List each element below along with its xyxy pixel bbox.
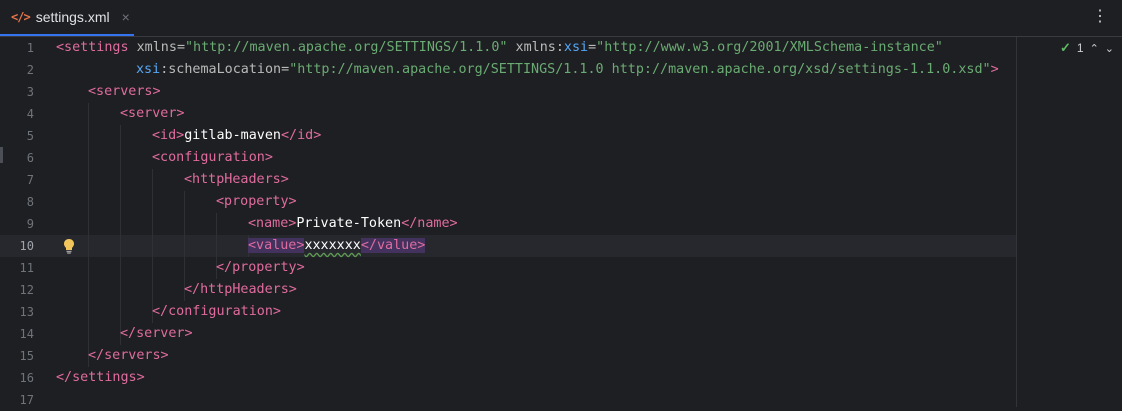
code-line-9: <name>Private-Token</name> — [248, 213, 458, 235]
line-number: 14 — [19, 327, 34, 341]
line-number: 5 — [26, 129, 34, 143]
line-number-gutter: 1 2 3 4 5 6 7 8 9 10 11 12 13 14 15 16 17 — [0, 37, 52, 407]
attr-name: xmlns — [515, 40, 556, 55]
indent-guide — [120, 125, 121, 345]
tag-close: > — [990, 62, 999, 77]
line-number: 3 — [26, 85, 34, 99]
code-line-10: <value>xxxxxxx</value> — [248, 235, 426, 257]
tag: </configuration> — [152, 304, 281, 319]
tag: </httpHeaders> — [184, 282, 297, 297]
tag-open: <settings — [56, 40, 129, 55]
more-options-icon[interactable]: ⋮ — [1092, 8, 1108, 26]
code-line-5: <id>gitlab-maven</id> — [152, 125, 321, 147]
tag: </property> — [216, 260, 305, 275]
line-number: 1 — [26, 41, 34, 55]
tag: </server> — [120, 326, 193, 341]
indent-guide — [152, 169, 153, 323]
chevron-up-icon[interactable]: ⌃ — [1090, 42, 1099, 55]
code-line-13: </configuration> — [152, 301, 281, 323]
line-number: 6 — [26, 151, 34, 165]
close-tab-icon[interactable]: × — [122, 9, 130, 25]
tag-open: <value> — [248, 238, 305, 253]
code-line-12: </httpHeaders> — [184, 279, 297, 301]
text-value: Private-Token — [296, 216, 402, 231]
tag: <configuration> — [152, 150, 273, 165]
equals: = — [176, 40, 185, 55]
line-number: 10 — [19, 239, 34, 253]
tag-close: </id> — [281, 128, 322, 143]
line-number: 9 — [26, 217, 34, 231]
tag: </settings> — [56, 370, 145, 385]
attr-namespace: xsi — [563, 40, 589, 55]
tag: <servers> — [88, 84, 161, 99]
line-number: 17 — [19, 393, 34, 407]
tag: <server> — [120, 106, 185, 121]
line-number: 13 — [19, 305, 34, 319]
equals: = — [588, 40, 597, 55]
code-line-6: <configuration> — [152, 147, 273, 169]
tag: </servers> — [88, 348, 169, 363]
code-line-2: xsi:schemaLocation="http://maven.apache.… — [136, 59, 999, 81]
code-line-4: <server> — [120, 103, 185, 125]
attr-name: xmlns — [136, 40, 177, 55]
right-margin-guide — [1016, 37, 1017, 407]
tag-open: <id> — [152, 128, 185, 143]
tag-close: </value> — [360, 238, 426, 253]
line-number: 4 — [26, 107, 34, 121]
tag-open: <name> — [248, 216, 297, 231]
line-number: 15 — [19, 349, 34, 363]
attr-value: "http://maven.apache.org/SETTINGS/1.1.0" — [185, 40, 508, 55]
code-line-3: <servers> — [88, 81, 161, 103]
inspection-count: 1 — [1076, 41, 1084, 55]
line-number: 12 — [19, 283, 34, 297]
attr-value: "http://maven.apache.org/SETTINGS/1.1.0 … — [289, 62, 991, 77]
text-value: xxxxxxx — [304, 238, 361, 253]
attr-namespace: xsi — [136, 62, 161, 77]
chevron-down-icon[interactable]: ⌄ — [1105, 42, 1114, 55]
editor-tab-bar: </> settings.xml × ⋮ — [0, 0, 1122, 37]
line-number: 2 — [26, 63, 34, 77]
tag: <property> — [216, 194, 297, 209]
tag-close: </name> — [401, 216, 458, 231]
attr-value: "http://www.w3.org/2001/XMLSchema-instan… — [596, 40, 943, 55]
code-editor[interactable]: 1 2 3 4 5 6 7 8 9 10 11 12 13 14 15 16 17 ✓ 1 ⌃ ⌄ <setti… — [0, 37, 1122, 407]
tab-settings-xml[interactable]: </> settings.xml × — [0, 0, 134, 36]
inspection-widget[interactable]: ✓ 1 ⌃ ⌄ — [1060, 40, 1114, 56]
indent-guide — [88, 103, 89, 367]
attr-name: schemaLocation — [168, 62, 282, 77]
tab-label: settings.xml — [35, 9, 110, 25]
code-line-15: </servers> — [88, 345, 169, 367]
code-line-7: <httpHeaders> — [184, 169, 289, 191]
colon: : — [555, 40, 564, 55]
check-icon: ✓ — [1059, 40, 1071, 55]
code-line-14: </server> — [120, 323, 193, 345]
code-line-16: </settings> — [56, 367, 145, 389]
code-line-11: </property> — [216, 257, 305, 279]
line-number: 11 — [19, 261, 34, 275]
lightbulb-icon[interactable] — [63, 238, 75, 254]
code-line-1: <settings xmlns="http://maven.apache.org… — [56, 37, 943, 59]
xml-file-icon: </> — [11, 10, 31, 24]
code-line-8: <property> — [216, 191, 297, 213]
text-value: gitlab-maven — [184, 128, 281, 143]
line-number: 8 — [26, 195, 34, 209]
line-number: 16 — [19, 371, 34, 385]
line-number: 7 — [26, 173, 34, 187]
equals: = — [281, 62, 290, 77]
tag: <httpHeaders> — [184, 172, 289, 187]
